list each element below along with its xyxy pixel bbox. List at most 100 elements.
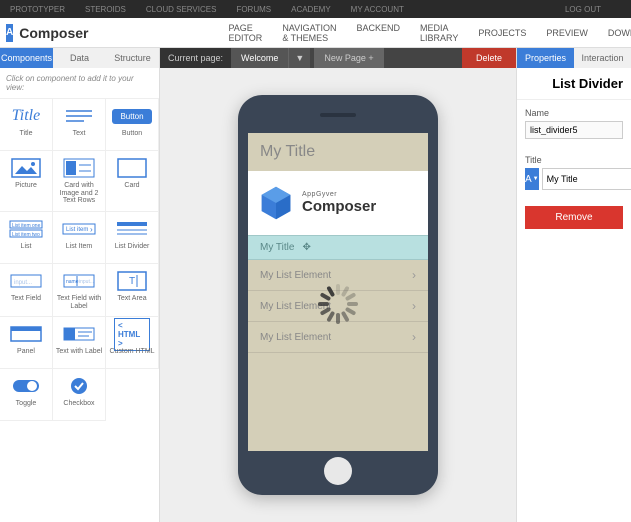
tab-page-editor[interactable]: PAGE EDITOR <box>218 15 272 51</box>
component-label: Card with Image and 2 Text Rows <box>55 182 103 205</box>
tab-data[interactable]: Data <box>53 48 106 68</box>
title-icon: Title <box>8 105 44 127</box>
component-label: Custom HTML <box>109 348 154 356</box>
component-textfield[interactable]: input... Text Field <box>0 264 53 317</box>
component-checkbox[interactable]: Checkbox <box>53 369 106 421</box>
svg-text:List item two: List item two <box>12 232 40 238</box>
name-label: Name <box>525 108 623 118</box>
nav-account[interactable]: MY ACCOUNT <box>351 5 404 14</box>
list-divider-icon <box>114 218 150 240</box>
current-page[interactable]: Welcome <box>231 48 288 68</box>
delete-page-button[interactable]: Delete <box>462 48 516 68</box>
chevron-right-icon: › <box>412 330 416 344</box>
list-item[interactable]: My List Element› <box>248 322 428 353</box>
component-textfield-label[interactable]: nameinput... Text Field with Label <box>53 264 106 317</box>
tab-structure[interactable]: Structure <box>106 48 159 68</box>
name-field[interactable] <box>525 121 623 139</box>
component-label: Text with Label <box>56 348 102 356</box>
svg-text:T: T <box>129 276 135 287</box>
component-card-img[interactable]: Card with Image and 2 Text Rows <box>53 151 106 212</box>
component-label: Text <box>73 130 86 138</box>
component-list-item[interactable]: List item› List Item <box>53 212 106 264</box>
home-button[interactable] <box>324 457 352 485</box>
component-label: List Item <box>66 243 92 251</box>
button-icon: Button <box>114 105 150 127</box>
nav-cloud[interactable]: CLOUD SERVICES <box>146 5 217 14</box>
svg-text:input...: input... <box>14 280 32 286</box>
component-picture[interactable]: Picture <box>0 151 53 212</box>
component-text-label[interactable]: Text with Label <box>53 317 106 369</box>
component-label: Text Area <box>117 295 146 303</box>
chevron-right-icon: › <box>412 268 416 282</box>
remove-button[interactable]: Remove <box>525 206 623 229</box>
component-card[interactable]: Card <box>106 151 159 212</box>
component-panel[interactable]: Panel <box>0 317 53 369</box>
component-html[interactable]: < HTML > Custom HTML <box>106 317 159 369</box>
component-textarea[interactable]: T Text Area <box>106 264 159 317</box>
nav-forums[interactable]: FORUMS <box>236 5 271 14</box>
link-download[interactable]: DOWNLOAD <box>598 20 631 46</box>
component-label: Button <box>122 130 142 138</box>
component-label: Card <box>124 182 139 190</box>
tab-components[interactable]: Components <box>0 48 53 68</box>
tab-media[interactable]: MEDIA LIBRARY <box>410 15 468 51</box>
text-label-icon <box>61 323 97 345</box>
list-divider-element[interactable]: My Title ✥ <box>248 235 428 260</box>
textarea-icon: T <box>114 270 150 292</box>
toggle-icon <box>8 375 44 397</box>
text-icon <box>61 105 97 127</box>
tab-navigation[interactable]: NAVIGATION & THEMES <box>272 15 346 51</box>
svg-text:List item: List item <box>66 227 88 233</box>
nav-academy[interactable]: ACADEMY <box>291 5 331 14</box>
component-label: Toggle <box>16 400 37 408</box>
component-label: Text Field with Label <box>55 295 103 310</box>
logo-product: Composer <box>302 198 376 215</box>
tab-backend[interactable]: BACKEND <box>346 15 410 51</box>
link-preview[interactable]: PREVIEW <box>536 20 598 46</box>
list-icon: List item one List item two <box>8 218 44 240</box>
svg-text:input...: input... <box>79 279 94 285</box>
nav-steroids[interactable]: STEROIDS <box>85 5 126 14</box>
title-label: Title <box>525 155 623 165</box>
tab-properties[interactable]: Properties <box>517 48 574 68</box>
component-toggle[interactable]: Toggle <box>0 369 53 421</box>
tab-interaction[interactable]: Interaction <box>574 48 631 68</box>
textfield-label-icon: nameinput... <box>61 270 97 292</box>
card-icon <box>114 157 150 179</box>
component-list[interactable]: List item one List item two List <box>0 212 53 264</box>
font-style-button[interactable]: A▼ <box>525 168 539 190</box>
page-dropdown-icon[interactable]: ▼ <box>288 48 310 68</box>
components-hint: Click on component to add it to your vie… <box>0 68 159 99</box>
checkbox-icon <box>61 375 97 397</box>
title-field[interactable] <box>542 168 631 190</box>
nav-logout[interactable]: LOG OUT <box>565 5 601 14</box>
left-panel: Components Data Structure Click on compo… <box>0 48 160 522</box>
app-title: Composer <box>19 25 88 41</box>
component-label: Picture <box>15 182 37 190</box>
component-label: Text Field <box>11 295 41 303</box>
component-label: Panel <box>17 348 35 356</box>
selected-element-title: List Divider <box>517 68 631 100</box>
panel-icon <box>8 323 44 345</box>
svg-text:List item one: List item one <box>12 223 41 229</box>
html-icon: < HTML > <box>114 323 150 345</box>
nav-prototyper[interactable]: PROTOTYPER <box>10 5 65 14</box>
screen-title[interactable]: My Title <box>248 133 428 171</box>
screen-logo-card[interactable]: AppGyver Composer <box>248 171 428 235</box>
composer-hex-icon <box>258 185 294 221</box>
picture-icon <box>8 157 44 179</box>
title-bar: A Composer PAGE EDITOR NAVIGATION & THEM… <box>0 18 631 48</box>
svg-text:›: › <box>90 225 93 234</box>
new-page-button[interactable]: New Page + <box>314 48 383 68</box>
phone-speaker-icon <box>320 113 356 117</box>
component-label: List <box>21 243 32 251</box>
move-icon: ✥ <box>302 242 310 253</box>
component-list-divider[interactable]: List Divider <box>106 212 159 264</box>
properties-panel: Properties Interaction List Divider Name… <box>516 48 631 522</box>
component-title[interactable]: TitleTitle <box>0 99 53 151</box>
link-projects[interactable]: PROJECTS <box>468 20 536 46</box>
logo-brand: AppGyver <box>302 191 376 198</box>
component-button[interactable]: Button Button <box>106 99 159 151</box>
page-bar-label: Current page: <box>160 48 231 68</box>
component-text[interactable]: Text <box>53 99 106 151</box>
